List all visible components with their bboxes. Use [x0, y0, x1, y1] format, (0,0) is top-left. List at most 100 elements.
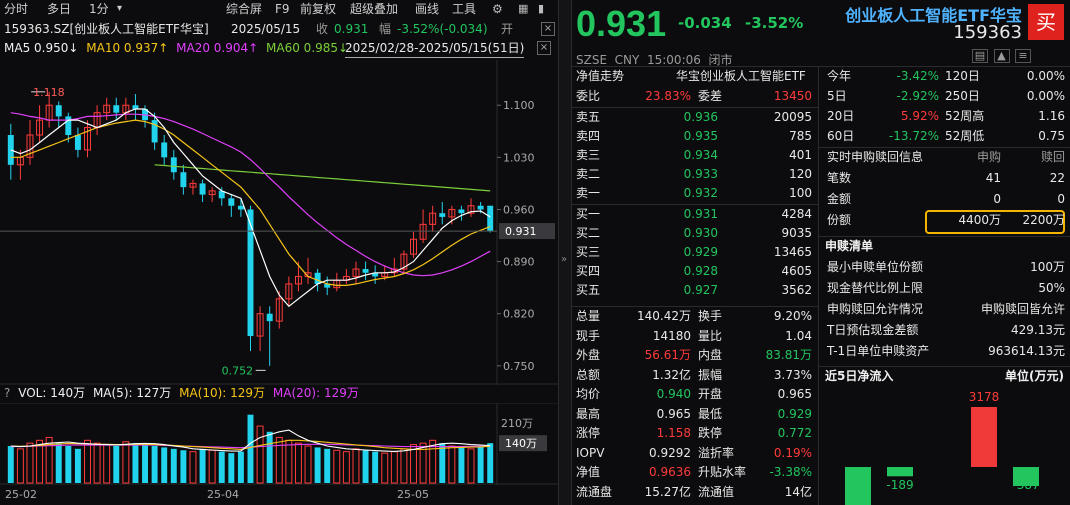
volume-help-icon[interactable]: ? [4, 386, 10, 400]
performance-label: 今年 [827, 69, 852, 83]
bid-level-row[interactable]: 买四 0.928 4605 [576, 262, 814, 281]
stat-value: 0.965 [656, 406, 691, 421]
overlay-button[interactable]: 超级叠加 [350, 0, 398, 18]
kline-chart[interactable]: 1.100 1.030 0.960 0.890 0.820 0.750 0.931 1.118… [0, 60, 558, 385]
period-dropdown-icon[interactable]: ▾ [117, 0, 122, 18]
volume-bar [266, 431, 273, 483]
panel-collapse-handle[interactable]: » [558, 0, 572, 505]
volume-bar [352, 448, 360, 484]
creation-row: 笔数 41 22 [827, 169, 1065, 188]
stat-row: 总额 1.32亿 振幅 3.73% [576, 366, 814, 385]
stat-label: 升贴水率 [698, 465, 747, 479]
candle-body [74, 135, 81, 150]
ask-level-volume: 785 [789, 129, 812, 143]
inflow-label: 3178 [969, 390, 1000, 404]
tab-composite[interactable]: 综合屏 [226, 0, 262, 18]
volume-bar [342, 451, 350, 484]
candle-body [237, 205, 244, 210]
ask-level-row[interactable]: 卖四 0.935 785 [576, 127, 814, 146]
adjust-button[interactable]: 前复权 [300, 0, 336, 18]
volume-bar [26, 442, 34, 484]
tab-intraday[interactable]: 分时 [4, 0, 28, 18]
bid-level-volume: 4284 [781, 207, 812, 221]
volume-chart[interactable]: 210万 140万 [0, 403, 558, 485]
period-select[interactable]: 1分 [89, 0, 109, 18]
performance-value: 1.16 [1038, 109, 1065, 123]
redemption-row: T日预估现金差额 429.13元 [827, 321, 1065, 340]
bid-level-row[interactable]: 买五 0.927 3562 [576, 281, 814, 300]
high-marker-label: 1.118 [33, 86, 65, 99]
alert-icon[interactable]: ▲ [993, 49, 1010, 63]
ask-level-row[interactable]: 卖一 0.932 100 [576, 184, 814, 203]
tab-multi-day[interactable]: 多日 [47, 0, 71, 18]
price-tick-label: 0.890 [503, 256, 535, 269]
bid-level-volume: 3562 [781, 283, 812, 297]
ma-legend: MA5 0.950↓ MA10 0.937↑ MA20 0.904↑ MA60 … [4, 39, 348, 57]
ma10-legend: MA10 0.937↑ [86, 41, 169, 55]
volume-bar [161, 447, 168, 483]
stat-value: 1.158 [656, 426, 691, 440]
bid-level-price: 0.930 [683, 226, 718, 240]
creation-value: 0 [993, 192, 1001, 206]
redemption-value: 963614.13元 [988, 344, 1065, 358]
stat-row: 流通盘 15.27亿 流通值 14亿 [576, 483, 814, 502]
stat-value: 0.772 [777, 426, 812, 440]
performance-row: 5日 -2.92% 250日 0.00% [827, 87, 1065, 106]
stat-value: 0.9292 [649, 445, 691, 460]
date-range[interactable]: 2025/02/28-2025/05/15(51日) [345, 39, 525, 58]
grid-icon[interactable]: ▤ [972, 49, 988, 63]
redemption-value: 50% [1038, 281, 1065, 295]
performance-value: -3.42% [896, 69, 939, 83]
bid-level-row[interactable]: 买一 0.931 4284 [576, 205, 814, 224]
stat-label: 振幅 [698, 367, 723, 382]
creation-col2: 赎回 [1040, 150, 1065, 164]
inflow-unit: 单位(万元) [1005, 369, 1064, 383]
ask-level-volume: 120 [789, 167, 812, 181]
date-tick: 25-02 [5, 488, 37, 501]
candle-body [458, 209, 465, 214]
stat-value: 140.42万 [637, 309, 691, 323]
volume-bar [103, 444, 111, 484]
expand-icon[interactable]: » [561, 254, 567, 265]
close-chart-icon[interactable]: × [541, 22, 555, 36]
settings-icon[interactable]: ⚙ [492, 0, 503, 18]
volume-bar [189, 451, 197, 484]
ask-level-price: 0.933 [683, 167, 718, 181]
volume-bar [218, 451, 225, 483]
bid-level-label: 买五 [576, 283, 601, 297]
bid-level-row[interactable]: 买三 0.929 13465 [576, 243, 814, 262]
current-price-label: 0.931 [505, 225, 537, 238]
ask-level-row[interactable]: 卖二 0.933 120 [576, 165, 814, 184]
weicha-label: 委差 [698, 89, 723, 103]
close-label: 收 [316, 22, 329, 36]
volume-bar [333, 449, 341, 484]
more-icon[interactable]: ≡ [1015, 49, 1031, 63]
nav-row[interactable]: 净值走势 华宝创业板人工智能ETF [576, 67, 814, 86]
ask-level-price: 0.935 [683, 129, 718, 143]
signal-icon[interactable]: ▮ [538, 0, 544, 18]
bid-level-volume: 13465 [773, 245, 812, 259]
ask-level-row[interactable]: 卖五 0.936 20095 [576, 108, 814, 127]
stat-label: 流通盘 [576, 484, 613, 499]
bid-level-price: 0.927 [683, 283, 718, 297]
tab-f9[interactable]: F9 [275, 0, 290, 18]
creation-value: 41 [985, 171, 1001, 185]
buy-badge[interactable]: 买 [1028, 4, 1064, 40]
nav-trend-link[interactable]: 净值走势 [576, 69, 624, 83]
quote-panel: 0.931 -0.034 -3.52% 创业板人工智能ETF华宝 159363 … [572, 0, 1070, 505]
volume-bar [247, 414, 254, 483]
performance-row: 60日 -13.72% 52周低 0.75 [827, 127, 1065, 146]
stat-label: IOPV [576, 445, 605, 460]
candle-body [7, 135, 14, 165]
volume-bar [122, 441, 130, 484]
ask-level-row[interactable]: 卖三 0.934 401 [576, 146, 814, 165]
bid-level-row[interactable]: 买二 0.930 9035 [576, 224, 814, 243]
vol-legend: VOL: 140万 [18, 386, 86, 400]
stat-value: 83.81万 [765, 348, 812, 362]
volume-bar [458, 447, 465, 483]
range-close-icon[interactable]: × [537, 41, 551, 55]
stat-value: 1.32亿 [652, 367, 691, 382]
chart-icon[interactable]: ▦ [518, 0, 528, 18]
tools-button[interactable]: 工具 [452, 0, 476, 18]
draw-button[interactable]: 画线 [415, 0, 439, 18]
